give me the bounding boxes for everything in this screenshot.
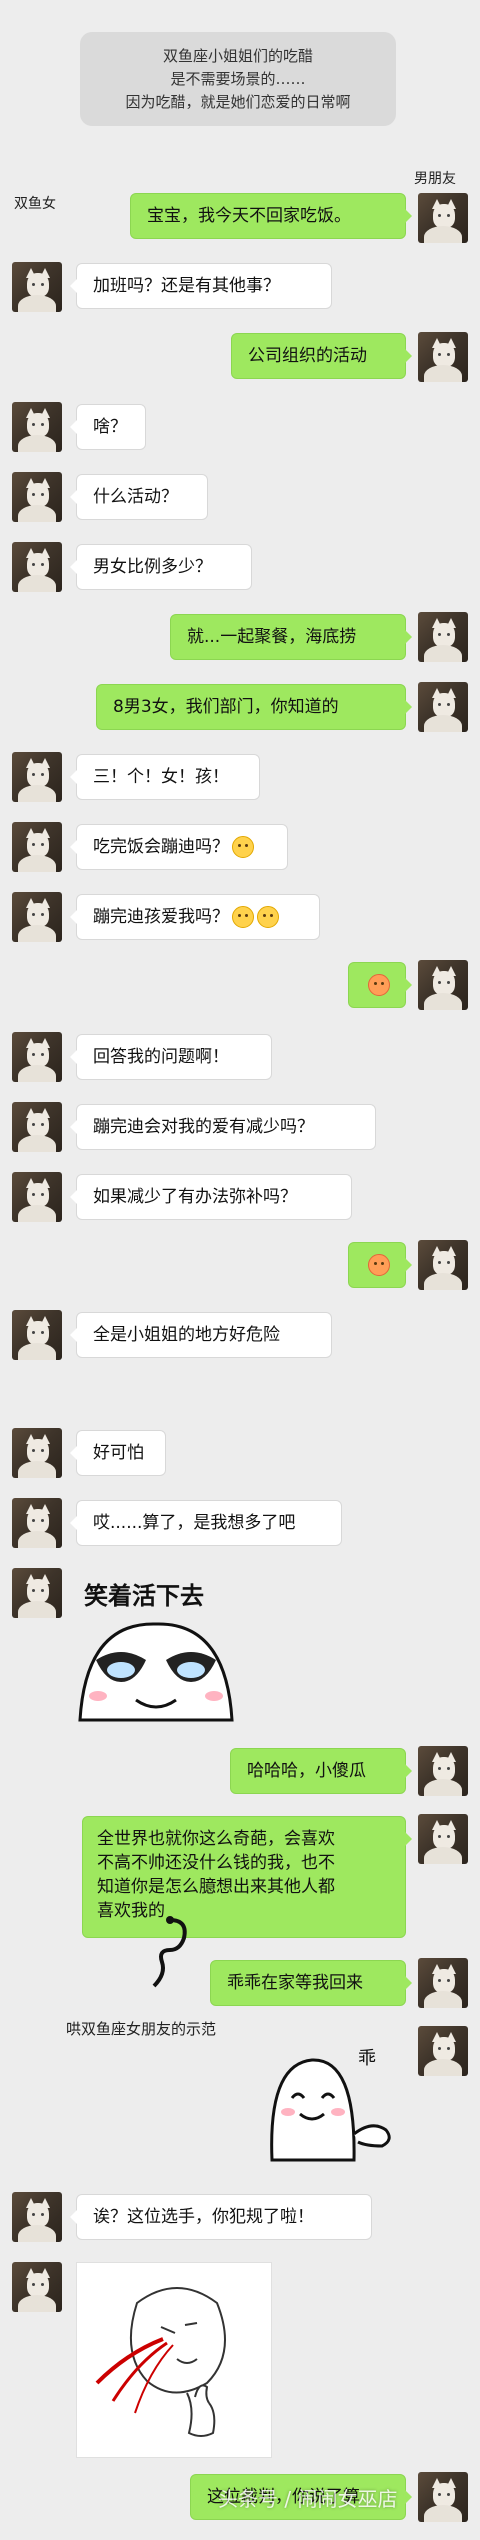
smirk-emoji-icon [232,906,254,928]
message-bubble[interactable]: 回答我的问题啊！ [70,1034,272,1080]
message-text: 蹦完迪孩爱我吗？ [93,907,229,927]
message-bubble[interactable]: 三！个！女！孩！ [70,754,260,800]
girlfriend-avatar[interactable] [12,1428,62,1478]
message-bubble[interactable]: 8男3女，我们部门，你知道的 [96,684,412,730]
girlfriend-avatar[interactable] [12,2192,62,2242]
girlfriend-avatar[interactable] [12,1102,62,1152]
message-bubble[interactable]: 就...一起聚餐，海底捞 [170,614,412,660]
girlfriend-avatar[interactable] [12,1498,62,1548]
message-bubble[interactable]: 吃完饭会蹦迪吗？ [70,824,288,870]
smile-and-live-sticker[interactable]: 笑着活下去 [76,1568,236,1728]
sticker-caption: 笑着活下去 [84,1582,204,1610]
smirk-emoji-icon [232,836,254,858]
watermark: 头条号 / 闹闹女巫店 [218,2487,398,2511]
emoji-message-bubble[interactable] [348,962,412,1008]
girlfriend-avatar[interactable] [12,1310,62,1360]
girlfriend-avatar[interactable] [12,822,62,872]
message-text: 吃完饭会蹦迪吗？ [93,837,229,857]
message-bubble[interactable]: 什么活动？ [70,474,208,520]
message-line: 不高不帅还没什么钱的我，也不 [97,1853,335,1873]
boyfriend-avatar[interactable] [418,1814,468,1864]
smiling-blob-icon [270,2058,391,2162]
system-notice: 双鱼座小姐姐们的吃醋 是不需要场景的…… 因为吃醋，就是她们恋爱的日常啊 [80,32,396,126]
boyfriend-avatar[interactable] [418,193,468,243]
message-bubble[interactable]: 加班吗？还是有其他事？ [70,263,332,309]
message-bubble[interactable]: 全世界也就你这么奇葩，会喜欢 不高不帅还没什么钱的我，也不 知道你是怎么臆想出来… [82,1816,412,1938]
message-line: 全世界也就你这么奇葩，会喜欢 [97,1829,335,1849]
message-bubble[interactable]: 啥？ [70,404,146,450]
nosebleed-thumbs-up-sticker[interactable] [76,2262,272,2458]
girlfriend-avatar[interactable] [12,542,62,592]
message-bubble[interactable]: 诶？这位选手，你犯规了啦！ [70,2194,372,2240]
smirk-emoji-icon [257,906,279,928]
message-bubble[interactable]: 蹦完迪会对我的爱有减少吗？ [70,1104,376,1150]
girlfriend-avatar[interactable] [12,892,62,942]
boyfriend-avatar[interactable] [418,960,468,1010]
notice-line-1: 双鱼座小姐姐们的吃醋 [162,46,313,65]
angry-emoji-icon [368,974,390,996]
message-bubble[interactable]: 哈哈哈，小傻瓜 [230,1748,412,1794]
good-boy-sticker[interactable]: 乖 [262,2024,402,2164]
boyfriend-avatar[interactable] [418,2026,468,2076]
hook-arm-icon [152,1916,187,1988]
girlfriend-avatar[interactable] [12,1032,62,1082]
girlfriend-avatar[interactable] [12,472,62,522]
boyfriend-avatar[interactable] [418,1746,468,1796]
girlfriend-avatar[interactable] [12,1172,62,1222]
message-bubble[interactable]: 宝宝，我今天不回家吃饭。 [130,193,412,239]
message-bubble[interactable]: 乖乖在家等我回来 [210,1960,412,2006]
message-bubble[interactable]: 好可怕 [70,1430,166,1476]
boyfriend-avatar[interactable] [418,1240,468,1290]
girlfriend-avatar[interactable] [12,2262,62,2312]
boyfriend-avatar[interactable] [418,1958,468,2008]
message-bubble[interactable]: 公司组织的活动 [231,333,412,379]
boyfriend-avatar[interactable] [418,612,468,662]
girlfriend-avatar[interactable] [12,402,62,452]
message-bubble[interactable]: 蹦完迪孩爱我吗？ [70,894,320,940]
message-line: 知道你是怎么臆想出来其他人都 [97,1877,335,1897]
girlfriend-avatar[interactable] [12,752,62,802]
notice-line-2: 是不需要场景的…… [170,69,306,88]
message-bubble[interactable]: 如果减少了有办法弥补吗？ [70,1174,352,1220]
demo-caption: 哄双鱼座女朋友的示范 [66,2020,217,2038]
crying-smile-face-icon [78,1622,234,1722]
message-bubble[interactable]: 全是小姐姐的地方好危险 [70,1312,332,1358]
message-bubble[interactable]: 哎......算了，是我想多了吧 [70,1500,342,1546]
message-bubble[interactable]: 男女比例多少？ [70,544,252,590]
notice-line-3: 因为吃醋，就是她们恋爱的日常啊 [125,92,351,111]
boyfriend-name: 男朋友 [414,171,456,187]
girlfriend-avatar[interactable] [12,1568,62,1618]
nosebleed-face-icon [95,2287,226,2437]
girlfriend-name: 双鱼女 [14,196,56,212]
angry-emoji-icon [368,1254,390,1276]
boyfriend-avatar[interactable] [418,332,468,382]
girlfriend-avatar[interactable] [12,262,62,312]
boyfriend-avatar[interactable] [418,2472,468,2522]
boyfriend-avatar[interactable] [418,682,468,732]
emoji-message-bubble[interactable] [348,1242,412,1288]
